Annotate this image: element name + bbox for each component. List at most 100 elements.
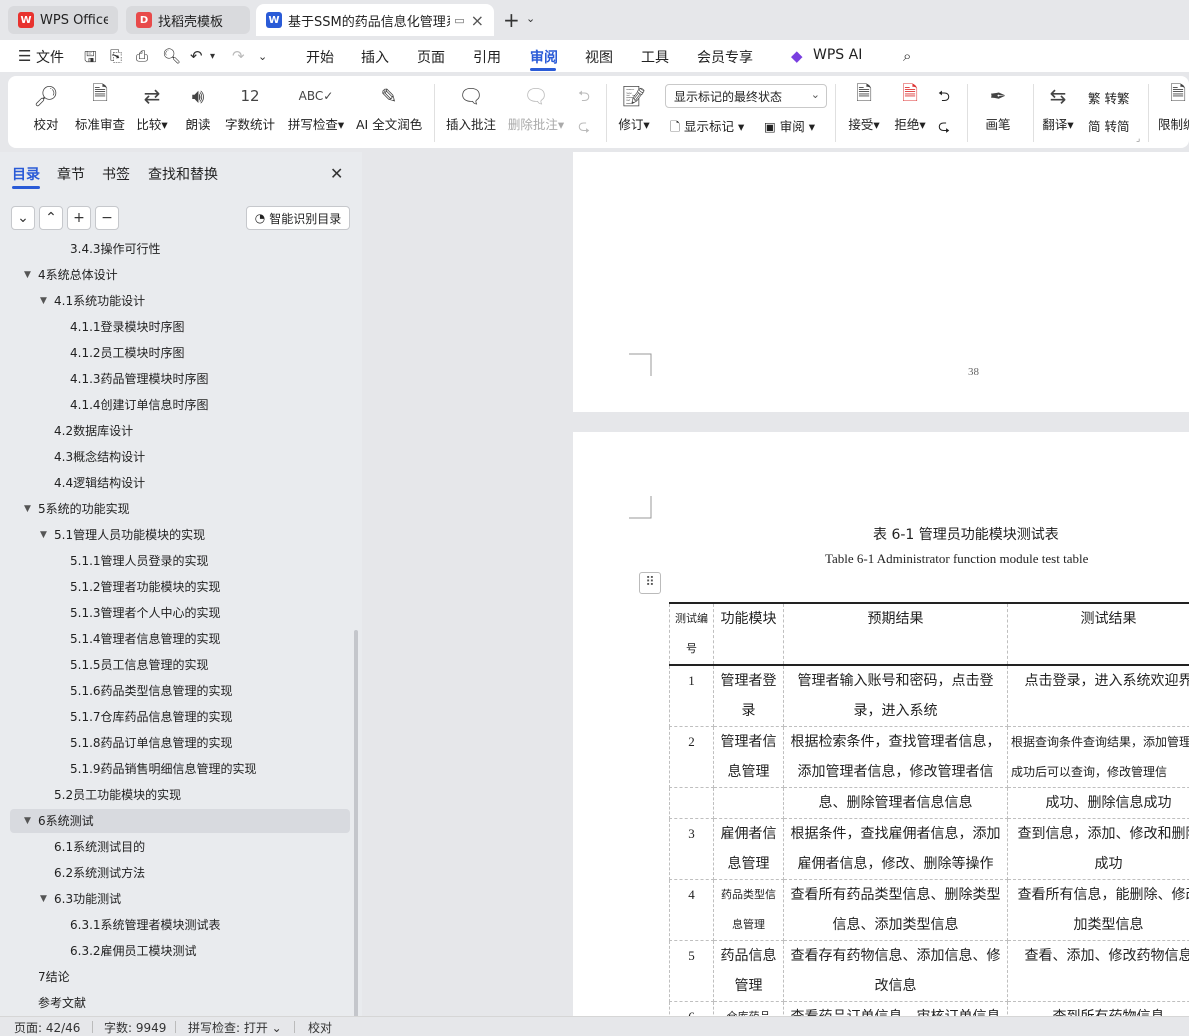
proofread-button[interactable]: 🔎︎ 校对	[30, 82, 62, 133]
table-cell[interactable]: 成功、删除信息成功	[1007, 787, 1189, 819]
table-cell[interactable]: 管理者输入账号和密码，点击登录，进入系统	[783, 664, 1008, 727]
table-cell[interactable]: 查看存有药物信息、添加信息、修改信息	[783, 940, 1008, 1002]
demote-button[interactable]: −	[95, 206, 119, 230]
table-cell[interactable]: 点击登录，进入系统欢迎界	[1007, 664, 1189, 727]
table-cell[interactable]: 查到所有药物信息	[1007, 1001, 1189, 1016]
table-cell[interactable]: 雇佣者信息管理	[713, 818, 784, 880]
to-traditional-button[interactable]: 繁 转繁	[1088, 88, 1130, 107]
tab-docer-templates[interactable]: D 找稻壳模板	[126, 6, 250, 34]
insert-comment-button[interactable]: 🗨 插入批注	[446, 82, 496, 133]
toc-item[interactable]: 5.1.2管理者功能模块的实现	[0, 574, 350, 600]
toc-item[interactable]: 5.1.9药品销售明细信息管理的实现	[0, 756, 350, 782]
ink-button[interactable]: ✒ 画笔	[984, 82, 1012, 133]
toc-item[interactable]: 6.1系统测试目的	[0, 834, 350, 860]
expand-dialog-icon[interactable]: ⌟	[1136, 134, 1140, 144]
table-cell[interactable]: 根据条件，查找雇佣者信息，添加雇佣者信息，修改、删除等操作	[783, 818, 1008, 880]
toc-item[interactable]: 3.4.3操作可行性	[0, 238, 350, 262]
track-changes-button[interactable]: 📝︎ 修订▾	[614, 82, 654, 133]
close-icon[interactable]: ✕	[330, 164, 343, 183]
toc-item[interactable]: 4.2数据库设计	[0, 418, 350, 444]
table-cell[interactable]: 1	[669, 664, 714, 727]
review-pane-button[interactable]: ▣ 审阅 ▾	[764, 116, 815, 135]
table-cell[interactable]	[713, 787, 784, 819]
toc-item[interactable]: 6.3.1系统管理者模块测试表	[0, 912, 350, 938]
chevron-down-icon[interactable]: ⌄	[258, 50, 267, 63]
prev-change-icon[interactable]: ⮌	[938, 86, 950, 111]
table-cell[interactable]: 根据查询条件查询结果，添加管理者成功后可以查询，修改管理信	[1007, 726, 1189, 788]
toc-item[interactable]: 5.1.5员工信息管理的实现	[0, 652, 350, 678]
next-comment-icon[interactable]: ⮎	[578, 116, 590, 141]
tab-wps-office[interactable]: W WPS Office	[8, 6, 118, 34]
menu-tools[interactable]: 工具	[641, 47, 669, 67]
toc-item[interactable]: 5.1.8药品订单信息管理的实现	[0, 730, 350, 756]
table-move-handle-icon[interactable]: ⠿	[639, 572, 661, 594]
menu-insert[interactable]: 插入	[361, 47, 389, 67]
table-cell[interactable]: 查看、添加、修改药物信息	[1007, 940, 1189, 1002]
table-cell[interactable]: 查看药品订单信息、审核订单信息	[783, 1001, 1008, 1016]
word-count[interactable]: 字数: 9949	[104, 1019, 166, 1036]
export-icon[interactable]: ⎘	[110, 47, 122, 65]
table-cell[interactable]: 管理者信息管理	[713, 726, 784, 788]
toc-scrollbar[interactable]	[354, 630, 358, 1018]
menu-view[interactable]: 视图	[585, 47, 613, 67]
toc-item[interactable]: ▼ 4.1系统功能设计	[0, 288, 350, 314]
toc-item[interactable]: 4.4逻辑结构设计	[0, 470, 350, 496]
toc-item[interactable]: 5.2员工功能模块的实现	[0, 782, 350, 808]
next-change-icon[interactable]: ⮎	[938, 116, 950, 141]
toc-item[interactable]: ▼ 5系统的功能实现	[0, 496, 350, 522]
spell-check-status[interactable]: 拼写检查: 打开 ⌄	[188, 1019, 282, 1036]
table-cell[interactable]: 查看所有药品类型信息、删除类型信息、添加类型信息	[783, 879, 1008, 941]
spell-check-button[interactable]: ABC✓ 拼写检查▾	[286, 82, 346, 133]
toc-item[interactable]: ▼ 5.1管理人员功能模块的实现	[0, 522, 350, 548]
hamburger-menu-icon[interactable]: ☰	[18, 47, 31, 65]
collapse-triangle-icon[interactable]: ▼	[24, 808, 31, 834]
ai-polish-button[interactable]: ✎ AI 全文润色	[356, 82, 422, 133]
expand-all-button[interactable]: ⌄	[11, 206, 35, 230]
table-cell[interactable]: 药品类型信息管理	[713, 879, 784, 941]
table-cell[interactable]: 仓库药品	[713, 1001, 784, 1016]
menu-membership[interactable]: 会员专享	[697, 47, 753, 67]
menu-file[interactable]: 文件	[36, 47, 64, 67]
menu-wps-ai[interactable]: WPS AI	[813, 47, 862, 63]
table-cell[interactable]: 3	[669, 818, 714, 880]
test-table[interactable]: 测试编号 功能模块 预期结果 测试结果 1 管理者登录 管理者输入账号和密码，点击登…	[669, 602, 1189, 1016]
toc-item[interactable]: 5.1.7仓库药品信息管理的实现	[0, 704, 350, 730]
reject-button[interactable]: 🗎 拒绝▾	[892, 81, 928, 133]
page-indicator[interactable]: 页面: 42/46	[14, 1019, 80, 1036]
menu-references[interactable]: 引用	[473, 47, 501, 67]
toc-item[interactable]: ▼ 4系统总体设计	[0, 262, 350, 288]
read-aloud-button[interactable]: 🔊︎ 朗读	[184, 82, 212, 133]
toc-item[interactable]: 6.2系统测试方法	[0, 860, 350, 886]
table-cell[interactable]: 5	[669, 940, 714, 1002]
menu-page[interactable]: 页面	[417, 47, 445, 67]
toc-item[interactable]: 5.1.3管理者个人中心的实现	[0, 600, 350, 626]
menu-review[interactable]: 审阅	[530, 47, 558, 67]
toc-item[interactable]: 4.1.1登录模块时序图	[0, 314, 350, 340]
tab-find-replace[interactable]: 查找和替换	[148, 164, 218, 184]
new-tab-plus-icon[interactable]: +	[503, 8, 520, 32]
collapse-all-button[interactable]: ⌃	[39, 206, 63, 230]
table-cell[interactable]: 根据检索条件，查找管理者信息，添加管理者信息，修改管理者信	[783, 726, 1008, 788]
proofread-status[interactable]: 校对	[308, 1019, 332, 1036]
delete-comment-button[interactable]: 🗨 删除批注▾	[506, 82, 566, 133]
markup-mode-select[interactable]: 显示标记的最终状态 ⌄	[665, 84, 827, 108]
search-icon[interactable]: ⌕	[903, 47, 911, 65]
chevron-down-icon[interactable]: ▾	[210, 51, 215, 62]
collapse-triangle-icon[interactable]: ▼	[24, 262, 31, 288]
table-cell[interactable]	[669, 787, 714, 819]
toc-item[interactable]: ▼ 6.3功能测试	[0, 886, 350, 912]
word-count-button[interactable]: 12 字数统计	[224, 82, 276, 133]
menu-home[interactable]: 开始	[306, 47, 334, 67]
tab-active-document[interactable]: W 基于SSM的药品信息化管理系 ▭ ×	[256, 4, 494, 36]
toc-item[interactable]: 5.1.6药品类型信息管理的实现	[0, 678, 350, 704]
toc-item[interactable]: 5.1.1管理人员登录的实现	[0, 548, 350, 574]
print-icon[interactable]: ⎙	[136, 47, 148, 65]
toc-item[interactable]: 6.3.2雇佣员工模块测试	[0, 938, 350, 964]
tab-bookmarks[interactable]: 书签	[102, 164, 130, 184]
table-cell[interactable]: 4	[669, 879, 714, 941]
table-cell[interactable]: 管理者登录	[713, 664, 784, 727]
tab-chapters[interactable]: 章节	[57, 164, 85, 184]
toc-item[interactable]: 4.1.4创建订单信息时序图	[0, 392, 350, 418]
to-simplified-button[interactable]: 简 转简	[1088, 116, 1130, 135]
standard-review-button[interactable]: 🗎 标准审查	[74, 81, 126, 133]
